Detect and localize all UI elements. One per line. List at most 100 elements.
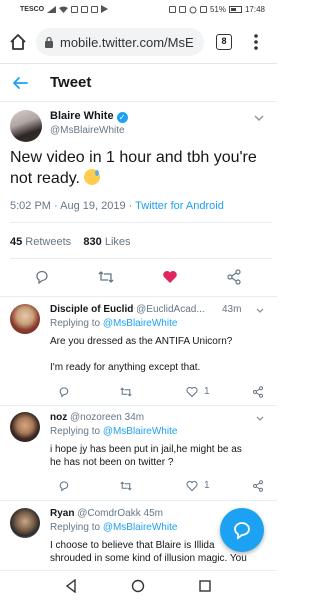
reply-time: 45m (143, 508, 163, 519)
tab-switcher-button[interactable]: 8 (216, 34, 232, 50)
replying-to-mention[interactable]: @MsBlaireWhite (103, 522, 178, 533)
divider (0, 405, 277, 406)
chevron-down-icon[interactable] (253, 112, 265, 124)
divider (10, 258, 272, 259)
reply-author-name[interactable]: Ryan (50, 508, 74, 519)
reply-time: 43m (222, 304, 242, 315)
url-text: mobile.twitter.com/MsE (60, 34, 194, 50)
like-icon[interactable] (186, 386, 198, 398)
retweets-count: 45 (10, 236, 23, 248)
nfc-icon (168, 6, 176, 13)
image-icon (91, 5, 99, 13)
retweet-icon[interactable] (120, 386, 132, 398)
browser-toolbar: mobile.twitter.com/MsE 8 (0, 20, 277, 64)
replying-to-mention[interactable]: @MsBlaireWhite (103, 426, 178, 437)
retweets-stat[interactable]: 45 Retweets (10, 236, 71, 248)
author-handle[interactable]: @MsBlaireWhite (50, 125, 125, 136)
tweet-timestamp: 5:02 PM · Aug 19, 2019 · (10, 200, 136, 212)
home-icon[interactable] (8, 32, 28, 52)
back-arrow-icon[interactable] (12, 75, 28, 91)
share-icon[interactable] (252, 480, 264, 492)
replying-to-mention[interactable]: @MsBlaireWhite (103, 318, 178, 329)
tweet-source-link[interactable]: Twitter for Android (135, 200, 224, 212)
reply-header: Ryan @ComdrOakk 45m (50, 508, 240, 519)
likes-label: Likes (101, 236, 131, 248)
signal-icon (47, 5, 57, 13)
tweet-stats: 45 Retweets 830 Likes (10, 236, 131, 248)
tweet-actions (0, 269, 277, 289)
tweet-header: Tweet (0, 64, 277, 102)
reply-icon[interactable] (58, 480, 70, 492)
reply-author-handle[interactable]: @ComdrOakk (77, 508, 141, 519)
likes-stat[interactable]: 830 Likes (83, 236, 130, 248)
data-icon (199, 6, 207, 13)
compose-reply-button[interactable] (220, 508, 264, 552)
nav-home-icon[interactable] (131, 579, 145, 593)
reply-author-name[interactable]: noz (50, 412, 67, 423)
reply-text-line: I'm ready for anything except that. (50, 362, 201, 373)
chevron-down-icon[interactable] (255, 306, 265, 316)
wifi-icon (59, 6, 69, 13)
chevron-down-icon[interactable] (255, 414, 265, 424)
vibrate-icon (178, 6, 186, 13)
tweet-text-content: New video in 1 hour and tbh you're not r… (10, 149, 257, 187)
sweat-smile-emoji-icon (84, 169, 101, 185)
tweet-meta: 5:02 PM · Aug 19, 2019 · Twitter for And… (10, 200, 224, 212)
reply-time: 34m (124, 412, 145, 423)
battery-percent: 51% (209, 5, 226, 14)
replying-prefix: Replying to (50, 318, 103, 329)
overflow-menu-icon[interactable] (250, 32, 262, 52)
reply-author-handle[interactable]: @EuclidAcad... (136, 304, 205, 315)
author-name-text: Blaire White (50, 110, 114, 122)
reply-author-name[interactable]: Disciple of Euclid (50, 304, 133, 315)
avatar[interactable] (10, 508, 40, 538)
divider (10, 222, 272, 223)
page-title: Tweet (50, 74, 92, 91)
reply-header: noz @nozoreen 34m (50, 412, 240, 423)
verified-badge-icon: ✓ (116, 112, 128, 123)
avatar[interactable] (10, 304, 40, 334)
author-avatar[interactable] (10, 110, 42, 142)
reply-icon[interactable] (58, 386, 70, 398)
like-icon[interactable] (186, 480, 198, 492)
divider (0, 296, 277, 297)
likes-count: 830 (83, 236, 102, 248)
share-icon[interactable] (252, 386, 264, 398)
replying-prefix: Replying to (50, 522, 103, 533)
reply-header: Disciple of Euclid @EuclidAcad... (50, 304, 240, 315)
nav-recents-icon[interactable] (198, 579, 212, 593)
status-bar: TESCO 51% 17:48 (0, 0, 277, 20)
facebook-icon (81, 5, 89, 13)
reply-text: Are you dressed as the ANTIFA Unicorn? I… (50, 335, 272, 374)
divider (0, 500, 277, 501)
like-heart-icon[interactable] (162, 269, 178, 285)
speech-bubble-icon (234, 522, 250, 540)
reply-text-line: he has not been on twitter ? (50, 457, 174, 468)
replying-to: Replying to @MsBlaireWhite (50, 318, 177, 329)
play-store-icon (101, 5, 109, 13)
retweet-icon[interactable] (120, 480, 132, 492)
author-name[interactable]: Blaire White ✓ (50, 110, 128, 123)
clock: 17:48 (244, 5, 265, 14)
reply-text: i hope jy has been put in jail,he might … (50, 443, 272, 469)
replying-to: Replying to @MsBlaireWhite (50, 522, 177, 533)
reply-text-line: Are you dressed as the ANTIFA Unicorn? (50, 336, 233, 347)
battery-icon (228, 6, 242, 13)
share-icon[interactable] (226, 269, 242, 285)
nav-back-icon[interactable] (64, 579, 78, 593)
retweets-label: Retweets (22, 236, 72, 248)
reply-text-line: shrouded in some kind of illusion magic.… (50, 553, 247, 564)
retweet-icon[interactable] (98, 269, 114, 285)
avatar[interactable] (10, 412, 40, 442)
replying-prefix: Replying to (50, 426, 103, 437)
reply-icon[interactable] (34, 269, 50, 285)
carrier-label: TESCO (20, 5, 45, 13)
system-nav-bar (0, 570, 277, 600)
reply-author-handle[interactable]: @nozoreen (70, 412, 122, 423)
address-bar[interactable]: mobile.twitter.com/MsE (36, 28, 204, 56)
like-count: 1 (204, 386, 210, 397)
reply-actions: 1 (0, 386, 277, 400)
alarm-icon (189, 6, 197, 13)
tweet-text: New video in 1 hour and tbh you're not r… (10, 147, 272, 189)
replying-to: Replying to @MsBlaireWhite (50, 426, 177, 437)
